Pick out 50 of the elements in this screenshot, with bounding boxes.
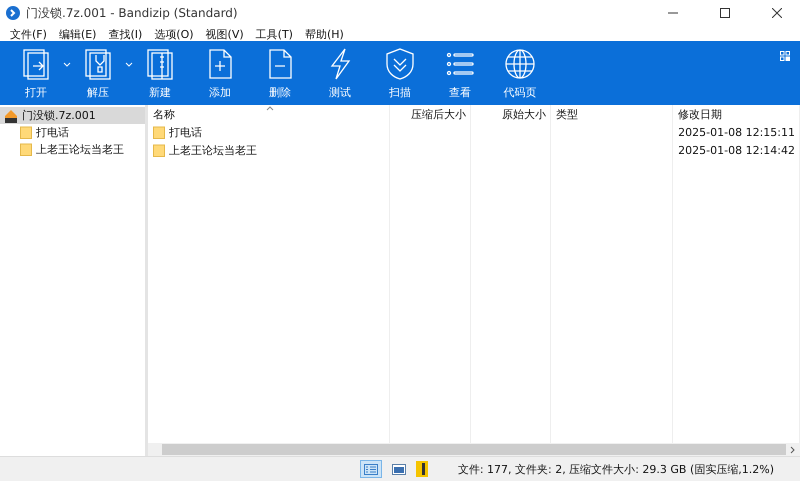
toolbar-button[interactable]: 扫描 [370,41,430,105]
date-cell-text: 2025-01-08 12:14:42 [677,142,796,158]
view-mode-button[interactable] [360,460,382,478]
menu-item[interactable]: 选项(O) [148,26,200,42]
details-view-icon [364,464,378,474]
toolbar-button[interactable]: 添加 [190,41,250,105]
window-title: 门没锁.7z.001 - Bandizip (Standard) [26,4,239,22]
column-header[interactable]: 原始大小 [471,105,552,123]
tree-label: 门没锁.7z.001 [22,108,96,123]
menu-item[interactable]: 工具(T) [250,26,299,42]
horizontal-scrollbar[interactable] [148,443,800,456]
tree-item[interactable]: 上老王论坛当老王 [0,141,146,158]
column-header[interactable]: 修改日期 [673,105,800,123]
folder-icon [153,144,166,156]
preview-view-icon [392,464,406,474]
tree-item[interactable]: 打电话 [0,124,146,141]
toolbar-button[interactable]: 打开 [6,41,66,105]
toolbar-button[interactable]: 解压 [68,41,128,105]
book-icon[interactable] [416,461,428,477]
column-header[interactable]: 压缩后大小 [390,105,472,123]
menu-item[interactable]: 帮助(H) [298,26,350,42]
toolbar-button[interactable]: 代码页 [490,41,550,105]
folder-icon [20,126,32,139]
toolbar-button[interactable]: 测试 [310,41,370,105]
status-text: 文件: 177, 文件夹: 2, 压缩文件大小: 29.3 GB (固实压缩,1.2%) [458,462,774,476]
column-header[interactable]: 类型 [551,105,674,123]
tree-label: 打电话 [36,125,69,140]
menu-item[interactable]: 查找(I) [102,26,148,42]
date-cell-text: 2025-01-08 12:15:11 [677,124,796,140]
tree-label: 上老王论坛当老王 [36,142,124,157]
toolbar-button[interactable]: 查看 [430,41,490,105]
folder-icon [20,143,32,156]
close-icon[interactable] [772,8,782,18]
caret-icon[interactable] [124,61,134,69]
toolbar-button[interactable]: 删除 [250,41,310,105]
menu-item[interactable]: 编辑(E) [52,26,102,42]
tree-item[interactable]: 门没锁.7z.001 [0,107,146,124]
toolbar-button[interactable]: 新建 [130,41,190,105]
maximize-icon[interactable] [720,8,730,18]
menu-item[interactable]: 文件(F) [4,26,53,42]
menu-item[interactable]: 视图(V) [200,26,250,42]
app-logo-icon [6,6,20,20]
folder-icon [153,126,166,138]
column-header[interactable]: 名称 [148,105,390,123]
archive-icon [4,108,18,122]
layout-icon[interactable] [780,51,790,61]
caret-icon[interactable] [62,61,72,69]
file-name-cell[interactable]: 打电话 [148,123,390,141]
globe-icon [503,46,537,80]
file-name-cell[interactable]: 上老王论坛当老王 [148,141,390,159]
